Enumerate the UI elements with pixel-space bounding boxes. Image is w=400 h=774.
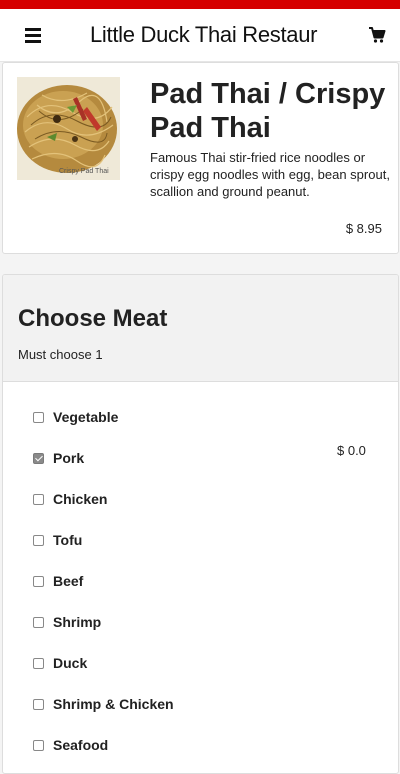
option-chicken[interactable]: Chicken [33,489,107,509]
meat-options-card: Choose Meat Must choose 1 Vegetable Pork… [2,274,399,774]
dish-photo: Crispy Pad Thai [17,77,120,180]
option-label: Shrimp & Chicken [53,696,174,712]
option-label: Chicken [53,491,108,507]
item-title: Pad Thai / Crispy Pad Thai [150,78,386,144]
restaurant-name[interactable]: Little Duck Thai Restaur [90,22,348,48]
option-label: Pork [53,450,85,466]
item-description: Famous Thai stir-fried rice noodles or c… [150,150,390,199]
option-label: Shrimp [53,614,102,630]
option-label: Beef [53,573,84,589]
checkbox[interactable] [33,698,44,710]
photo-caption: Crispy Pad Thai [59,168,109,175]
menu-item-card: Crispy Pad Thai Pad Thai / Crispy Pad Th… [2,62,399,254]
navbar: Little Duck Thai Restaur [0,9,400,62]
option-shrimp-chicken[interactable]: Shrimp & Chicken [33,694,174,714]
checkbox[interactable] [33,534,44,546]
hamburger-menu-icon[interactable] [25,28,43,43]
option-label: Vegetable [53,409,119,425]
item-price: $ 8.95 [345,221,382,236]
option-tofu[interactable]: Tofu [33,530,82,550]
option-pork[interactable]: Pork [33,448,84,468]
checkbox[interactable] [33,657,44,669]
option-duck[interactable]: Duck [33,653,87,673]
checkbox[interactable] [33,493,44,505]
option-price: $ 0.0 [337,443,366,458]
option-seafood[interactable]: Seafood [33,735,108,755]
checkbox[interactable] [33,411,44,423]
checkbox[interactable] [33,739,44,751]
checkbox[interactable] [33,575,44,587]
options-header: Choose Meat Must choose 1 [3,275,398,382]
option-shrimp[interactable]: Shrimp [33,612,101,632]
option-label: Tofu [53,532,83,548]
option-label: Seafood [53,737,109,753]
checkbox[interactable] [33,616,44,628]
accent-bar [0,0,400,9]
option-vegetable[interactable]: Vegetable [33,407,118,427]
checkbox[interactable] [33,452,44,464]
shopping-cart-icon[interactable] [368,26,386,44]
options-requirement: Must choose 1 [18,347,103,362]
option-label: Duck [53,655,88,671]
option-beef[interactable]: Beef [33,571,83,591]
options-title: Choose Meat [18,305,168,332]
